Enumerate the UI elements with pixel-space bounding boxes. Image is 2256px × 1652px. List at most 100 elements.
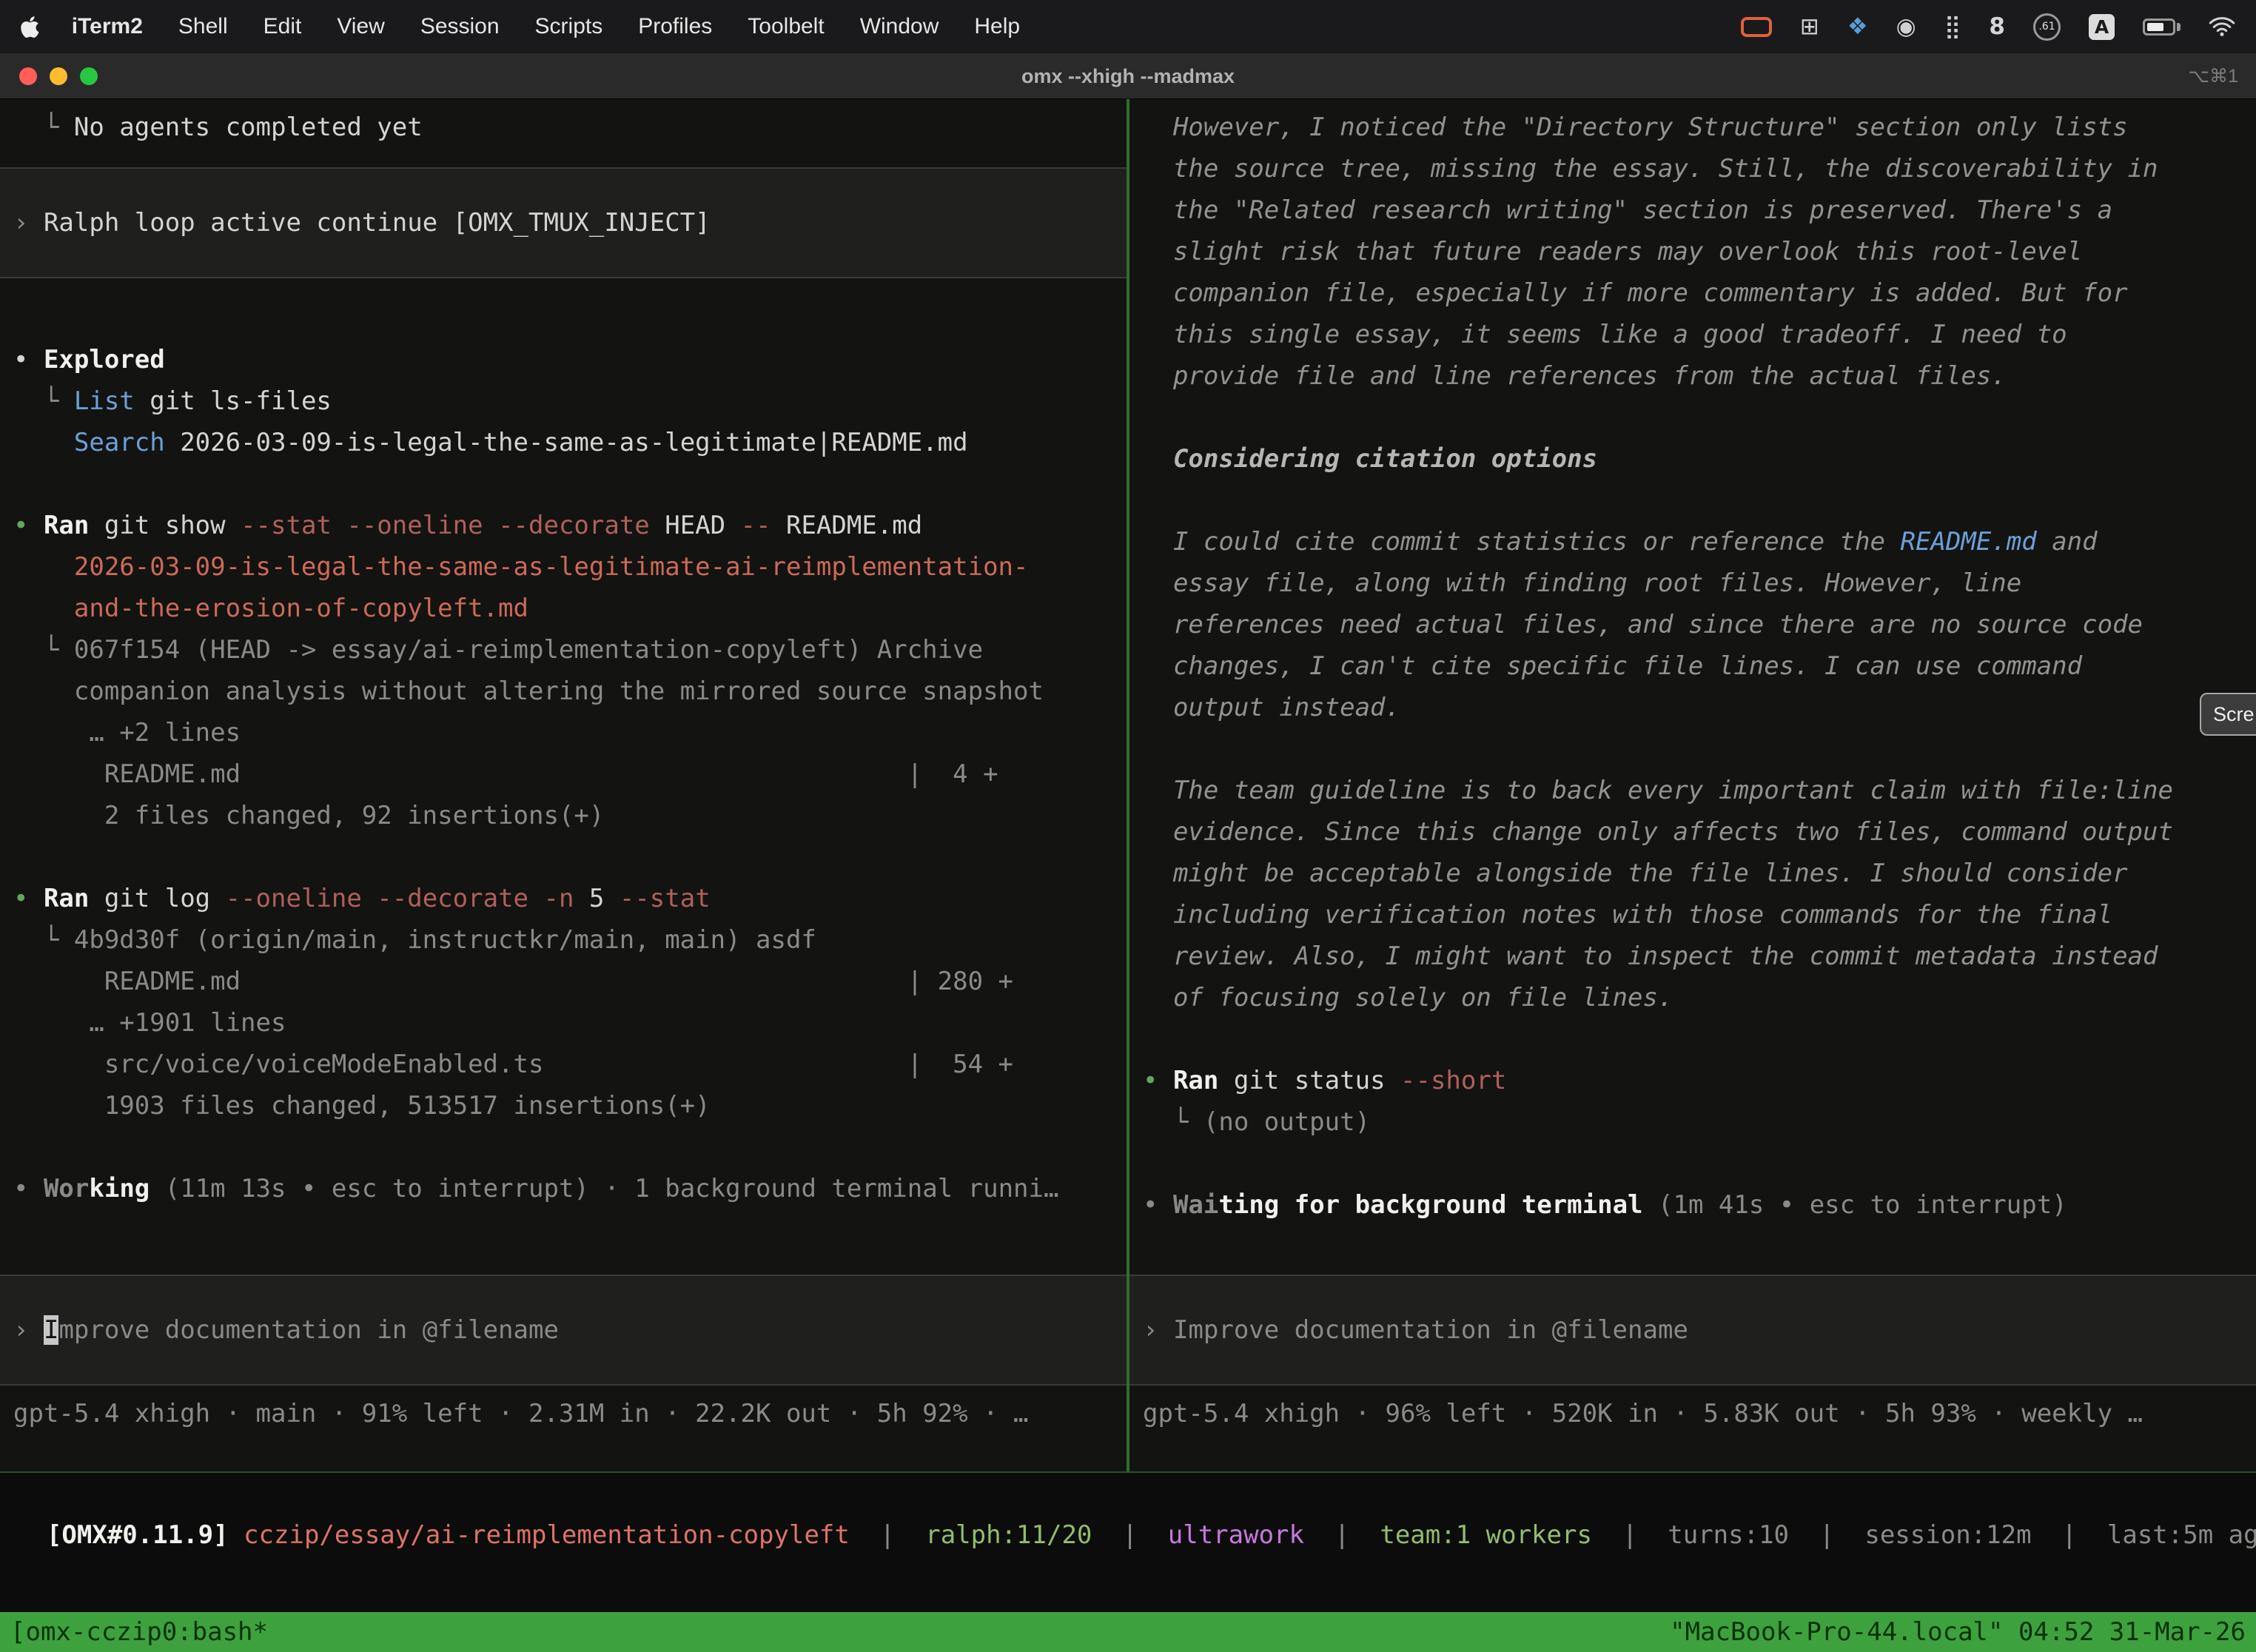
input-source-icon[interactable]: A xyxy=(2089,14,2115,40)
terminal-pane-right[interactable]: However, I noticed the "Directory Struct… xyxy=(1129,99,2256,1471)
window-title: omx --xhigh --madmax xyxy=(0,53,2256,99)
terminal-line: the source tree, missing the essay. Stil… xyxy=(1143,148,2243,189)
terminal-line: evidence. Since this change only affects… xyxy=(1143,811,2243,853)
battery-icon[interactable] xyxy=(2143,19,2181,36)
terminal-line: references need actual files, and since … xyxy=(1143,604,2243,645)
menu-bar: iTerm2 Shell Edit View Session Scripts Profile… xyxy=(0,0,2256,53)
minimize-button[interactable] xyxy=(50,67,67,85)
terminal-line: src/voice/voiceModeEnabled.ts | 54 + xyxy=(13,1044,1113,1085)
terminal-line: changes, I can't cite specific file line… xyxy=(1143,645,2243,687)
gauge-icon[interactable]: .61 xyxy=(2033,13,2061,41)
menu-item-session[interactable]: Session xyxy=(420,14,500,39)
zoom-button[interactable] xyxy=(80,67,98,85)
terminal-line: review. Also, I might want to inspect th… xyxy=(1143,936,2243,977)
terminal-line: slight risk that future readers may over… xyxy=(1143,231,2243,272)
terminal-line: • Waiting for background terminal (1m 41… xyxy=(1143,1184,2243,1226)
menu-item-shell[interactable]: Shell xyxy=(178,14,228,39)
terminal-line: • Ran git show --stat --oneline --decora… xyxy=(13,505,1113,546)
wifi-icon[interactable] xyxy=(2209,16,2235,38)
close-button[interactable] xyxy=(19,67,37,85)
terminal-line: provide file and line references from th… xyxy=(1143,355,2243,397)
terminal-line: of focusing solely on file lines. xyxy=(1143,977,2243,1018)
tmux-host-clock: "MacBook-Pro-44.local" 04:52 31-Mar-26 xyxy=(1670,1617,2246,1647)
window-shortcut-hint: ⌥⌘1 xyxy=(2188,53,2238,99)
terminal-line: The team guideline is to back every impo… xyxy=(1143,770,2243,811)
keypad-icon[interactable]: 8 xyxy=(1989,13,2005,40)
menu-item-window[interactable]: Window xyxy=(860,14,939,39)
terminal-line xyxy=(1143,1143,2243,1184)
terminal-line: this single essay, it seems like a good … xyxy=(1143,314,2243,355)
terminal-line xyxy=(13,836,1113,878)
terminal-line: Considering citation options xyxy=(1143,438,2243,480)
terminal-line: └ List git ls-files xyxy=(13,380,1113,422)
terminal-line: companion analysis without altering the … xyxy=(13,671,1113,712)
terminal-line: • Working (11m 13s • esc to interrupt) ·… xyxy=(13,1168,1113,1209)
terminal-line: … +2 lines xyxy=(13,712,1113,753)
terminal-line xyxy=(1143,397,2243,438)
terminal-line: README.md | 4 + xyxy=(13,753,1113,795)
menu-items: iTerm2 Shell Edit View Session Scripts Profile… xyxy=(72,14,1020,39)
terminal-line xyxy=(1143,480,2243,521)
terminal-line xyxy=(1143,1018,2243,1060)
window-title-bar[interactable]: omx --xhigh --madmax ⌥⌘1 xyxy=(0,53,2256,99)
browser-grid-icon[interactable]: ⊞ xyxy=(1800,13,1819,40)
terminal-line: 2 files changed, 92 insertions(+) xyxy=(13,795,1113,836)
terminal-line xyxy=(13,1126,1113,1168)
window-controls xyxy=(19,67,98,85)
menu-item-edit[interactable]: Edit xyxy=(263,14,302,39)
terminal-line: └ 4b9d30f (origin/main, instructkr/main,… xyxy=(13,919,1113,961)
menu-item-toolbelt[interactable]: Toolbelt xyxy=(748,14,824,39)
terminal-line xyxy=(13,298,1113,339)
terminal-line: … +1901 lines xyxy=(13,1002,1113,1044)
terminal-line: the "Related research writing" section i… xyxy=(1143,189,2243,231)
terminal-line: • Ran git log --oneline --decorate -n 5 … xyxy=(13,878,1113,919)
message-band: › Ralph loop active continue [OMX_TMUX_I… xyxy=(0,167,1127,278)
pane-right-scrollback: However, I noticed the "Directory Struct… xyxy=(1129,107,2256,1226)
terminal-line: └ (no output) xyxy=(1143,1101,2243,1143)
dots-grid-icon[interactable]: ⣿ xyxy=(1944,13,1961,40)
menu-item-help[interactable]: Help xyxy=(974,14,1020,39)
model-status-left: gpt-5.4 xhigh · main · 91% left · 2.31M … xyxy=(0,1393,1127,1434)
terminal-line: companion file, especially if more comme… xyxy=(1143,272,2243,314)
terminal-line xyxy=(1143,728,2243,770)
terminal-line: • Explored xyxy=(13,339,1113,380)
pane-right-bottom: › Improve documentation in @filename gpt… xyxy=(1129,1275,2256,1471)
terminal-line: and-the-erosion-of-copyleft.md xyxy=(13,588,1113,629)
prompt-input-right[interactable]: › Improve documentation in @filename xyxy=(1129,1275,2256,1386)
edge-tooltip: Scre xyxy=(2200,693,2256,736)
edge-tooltip-text: Scre xyxy=(2213,703,2255,726)
terminal-line xyxy=(13,463,1113,505)
menu-item-iterm2[interactable]: iTerm2 xyxy=(72,14,143,39)
menu-item-profiles[interactable]: Profiles xyxy=(638,14,712,39)
tmux-session-window[interactable]: [omx-cczip0:bash* xyxy=(10,1617,268,1647)
terminal-line: └ No agents completed yet xyxy=(13,107,1113,148)
pane-left-bottom: › Improve documentation in @filename gpt… xyxy=(0,1275,1127,1471)
apple-menu[interactable] xyxy=(21,15,39,39)
menu-item-scripts[interactable]: Scripts xyxy=(535,14,603,39)
terminal-line: └ 067f154 (HEAD -> essay/ai-reimplementa… xyxy=(13,629,1113,671)
terminal-line: output instead. xyxy=(1143,687,2243,728)
screen: { "colors": { "tmux_green": "#3da23d", "… xyxy=(0,0,2256,1652)
terminal-area: └ No agents completed yet › Ralph loop ac… xyxy=(0,99,2256,1471)
terminal-line: essay file, along with finding root file… xyxy=(1143,563,2243,604)
omx-status-bar: [OMX#0.11.9] cczip/essay/ai-reimplementa… xyxy=(0,1471,2256,1612)
terminal-line: However, I noticed the "Directory Struct… xyxy=(1143,107,2243,148)
terminal-line: Search 2026-03-09-is-legal-the-same-as-l… xyxy=(13,422,1113,463)
terminal-line: 2026-03-09-is-legal-the-same-as-legitima… xyxy=(13,546,1113,588)
menu-status-icons: ⊞ ❖ ◉ ⣿ 8 .61 A xyxy=(1741,13,2235,41)
model-status-right: gpt-5.4 xhigh · 96% left · 520K in · 5.8… xyxy=(1129,1393,2256,1434)
pane-left-scrollback: └ No agents completed yet › Ralph loop ac… xyxy=(0,107,1127,1209)
tmux-status-bar: [omx-cczip0:bash* "MacBook-Pro-44.local"… xyxy=(0,1612,2256,1652)
prompt-input-left[interactable]: › Improve documentation in @filename xyxy=(0,1275,1127,1386)
blue-app-icon[interactable]: ❖ xyxy=(1847,13,1868,40)
menu-item-view[interactable]: View xyxy=(337,14,384,39)
dark-app-icon[interactable]: ◉ xyxy=(1896,13,1916,40)
terminal-line: might be acceptable alongside the file l… xyxy=(1143,853,2243,894)
apple-icon xyxy=(21,15,39,39)
terminal-line: 1903 files changed, 513517 insertions(+) xyxy=(13,1085,1113,1126)
screen-recording-indicator[interactable] xyxy=(1741,17,1772,37)
terminal-line: • Ran git status --short xyxy=(1143,1060,2243,1101)
terminal-pane-left[interactable]: └ No agents completed yet › Ralph loop ac… xyxy=(0,99,1127,1471)
terminal-line: including verification notes with those … xyxy=(1143,894,2243,936)
terminal-line: README.md | 280 + xyxy=(13,961,1113,1002)
